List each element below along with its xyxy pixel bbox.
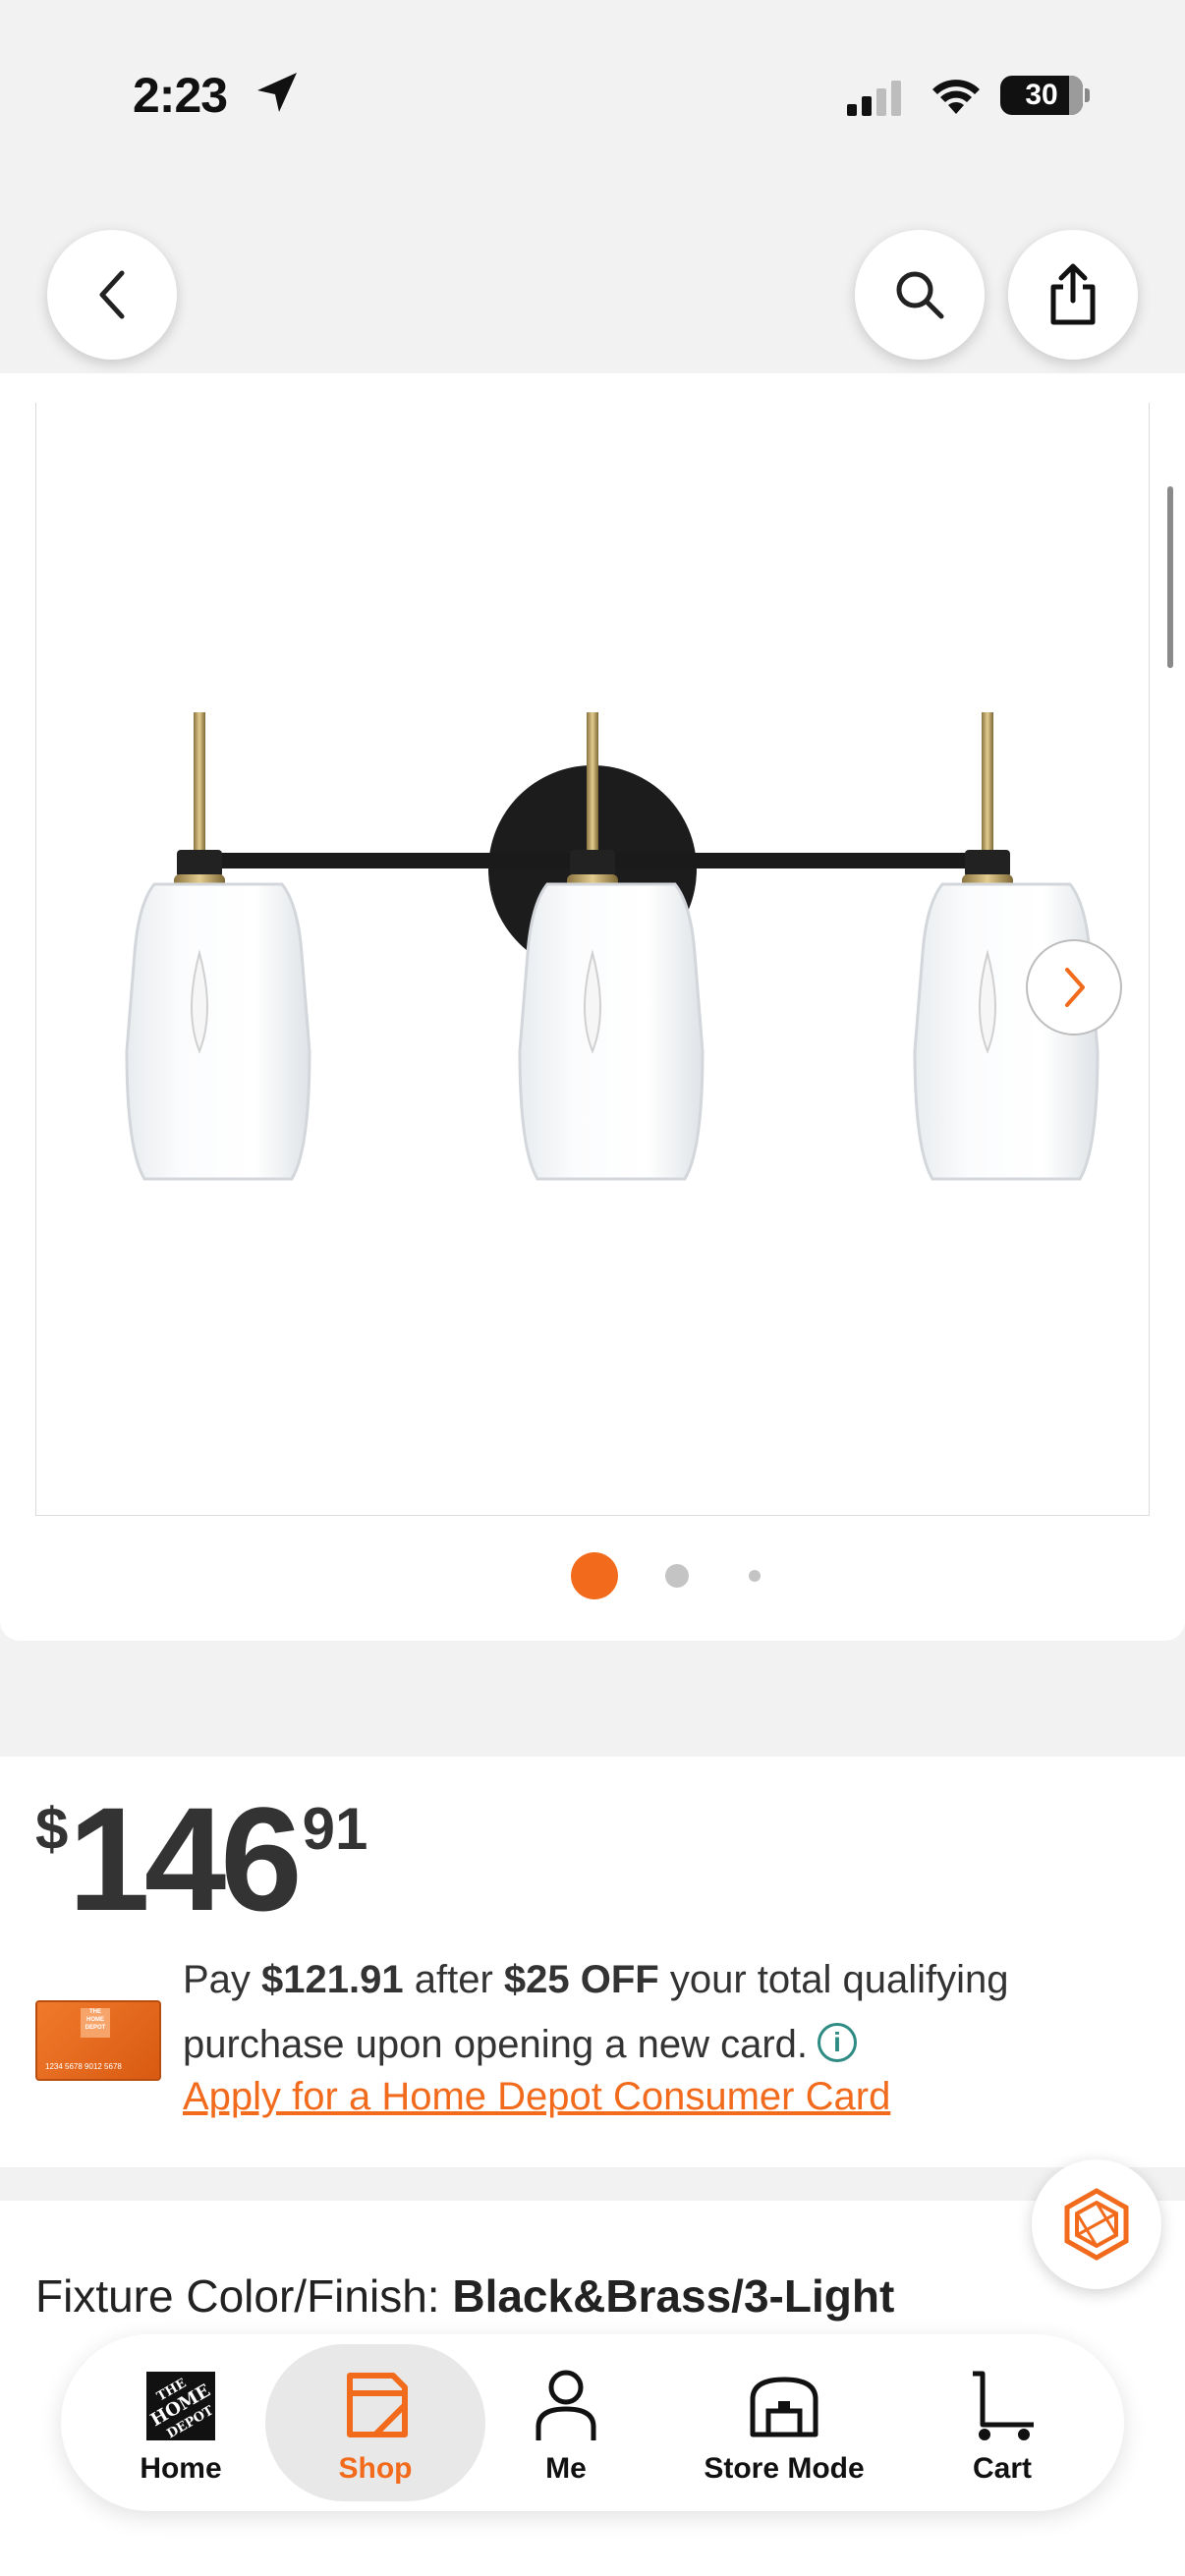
fixture-color-value: Black&Brass/3-Light [452,2270,895,2322]
share-icon [1050,263,1096,325]
card-number: 1234 5678 9012 5678 [45,2062,122,2071]
card-logo: THE HOME DEPOT [81,2008,110,2038]
gallery-dot[interactable] [665,1564,689,1588]
price-currency: $ [35,1796,69,1862]
product-image-vanity-light [125,712,1100,1181]
person-icon [536,2370,596,2440]
cart-icon [973,2371,1034,2440]
fixture-color-label: Fixture Color/Finish: Black&Brass/3-Ligh… [35,2270,895,2322]
nav-store-mode[interactable]: Store Mode [686,2338,882,2505]
nav-home-label: Home [140,2452,222,2485]
battery-indicator: 30 [1000,76,1090,115]
next-image-button[interactable] [1026,939,1122,1036]
nav-store-mode-label: Store Mode [704,2452,865,2485]
search-icon [896,271,944,319]
offer-discount: $25 OFF [503,1958,659,2001]
back-button[interactable] [47,230,177,360]
shop-tag-icon [347,2373,408,2437]
wifi-icon [932,80,980,114]
product-image-frame[interactable] [35,403,1150,1516]
home-depot-logo-icon: THE HOME DEPOT [146,2372,216,2441]
status-time: 2:23 [133,68,228,123]
apply-card-link[interactable]: Apply for a Home Depot Consumer Card [183,2075,890,2119]
nav-shop[interactable]: Shop [277,2338,474,2505]
credit-card-image: THE HOME DEPOT 1234 5678 9012 5678 [35,2000,161,2081]
nav-home[interactable]: THE HOME DEPOT Home [83,2338,279,2505]
nav-shop-label: Shop [338,2452,413,2485]
cellular-signal-icon [847,81,901,116]
offer-amount: $121.91 [261,1958,404,2001]
card-offer-text: Pay $121.91 after $25 OFF your total qua… [183,1958,1009,2066]
chevron-right-icon [1065,968,1085,1007]
info-icon[interactable]: i [818,2023,858,2062]
product-price: $146 91 [35,1774,367,1944]
chat-assistant-button[interactable] [1032,2159,1161,2289]
location-arrow-icon [257,73,297,112]
nav-cart-label: Cart [972,2452,1032,2485]
search-button[interactable] [855,230,985,360]
hexagon-assistant-icon [1064,2188,1129,2261]
price-cents: 91 [302,1796,368,1862]
nav-cart[interactable]: Cart [904,2338,1100,2505]
gallery-dot-active[interactable] [571,1552,618,1599]
gallery-dot[interactable] [749,1570,761,1582]
gallery-scrollbar[interactable] [1167,486,1173,668]
share-button[interactable] [1008,230,1138,360]
nav-me[interactable]: Me [468,2338,664,2505]
store-icon [750,2377,818,2437]
chevron-left-icon [99,270,125,319]
nav-me-label: Me [545,2452,587,2485]
price-dollars: 146 [68,1776,302,1941]
